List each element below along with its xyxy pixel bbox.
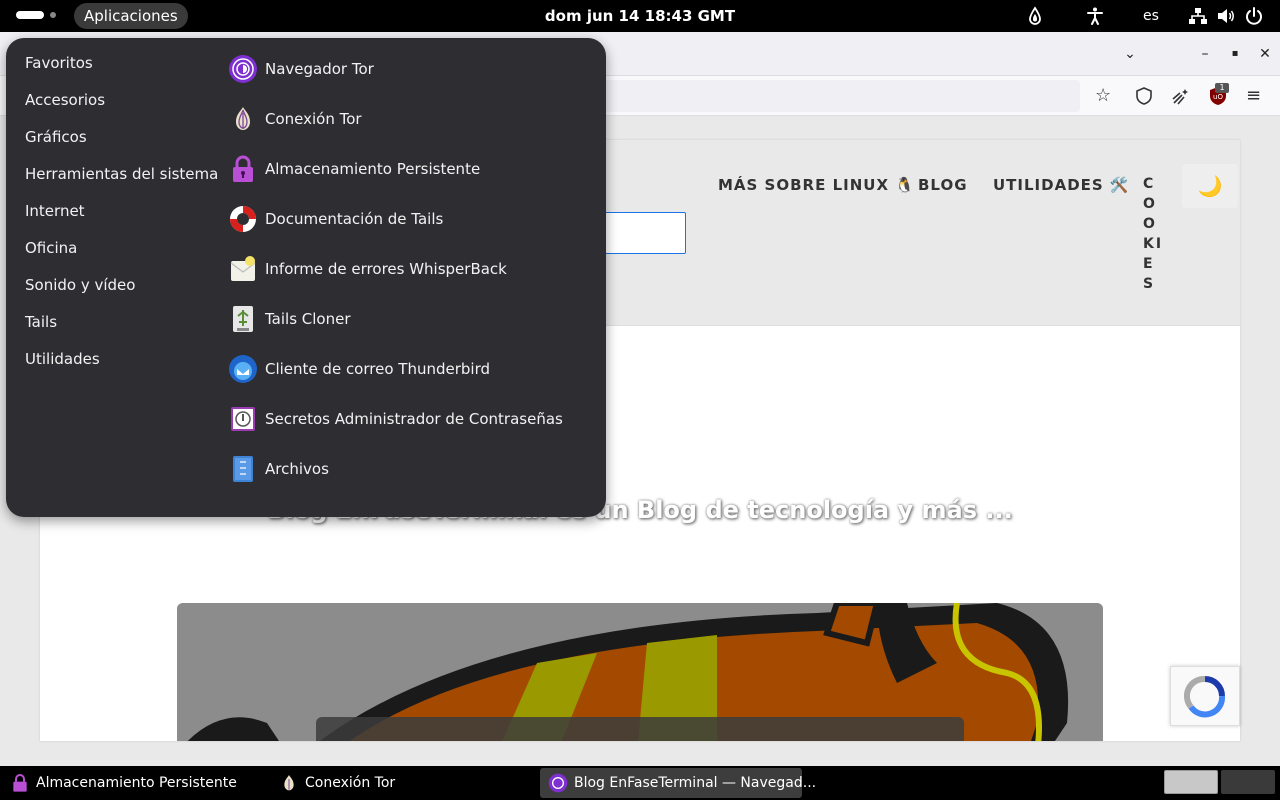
dark-mode-toggle[interactable]: 🌙 [1182,164,1238,208]
bug-report-icon [230,256,256,281]
shield-icon[interactable] [1134,86,1154,106]
category-internet[interactable]: Internet [25,201,85,221]
files-icon [233,456,253,482]
app-label: Secretos Administrador de Contraseñas [265,410,563,428]
task-label: Almacenamiento Persistente [36,775,237,791]
tor-status-icon[interactable] [1025,6,1045,26]
task-tor-browser[interactable]: Blog EnFaseTerminal — Navegad... [540,768,816,798]
category-graphics[interactable]: Gráficos [25,127,87,147]
padlock-icon [233,155,253,182]
app-label: Documentación de Tails [265,210,444,228]
recaptcha-icon [1183,675,1226,718]
app-whisperback[interactable]: Informe de errores WhisperBack [224,250,594,290]
network-icon[interactable] [1188,6,1208,26]
accessibility-icon[interactable] [1085,6,1105,26]
app-label: Informe de errores WhisperBack [265,260,507,278]
app-label: Tails Cloner [265,310,351,328]
top-bar: Aplicaciones dom jun 14 18:43 GMT es [0,0,1280,32]
list-all-tabs-icon[interactable]: ⌄ [1120,44,1140,64]
language-indicator[interactable]: es [1143,0,1159,32]
close-icon[interactable]: ✕ [1255,44,1275,64]
nav-cookies-letter: S [1143,276,1156,292]
category-utilities[interactable]: Utilidades [25,349,100,369]
lifebuoy-icon [230,206,256,232]
usb-cloner-icon [233,306,253,332]
recaptcha-badge[interactable] [1170,666,1240,726]
app-persistent-storage[interactable]: Almacenamiento Persistente [224,150,594,190]
category-system-tools[interactable]: Herramientas del sistema [25,164,218,184]
applications-menu: Favoritos Accesorios Gráficos Herramient… [6,38,606,517]
category-sound-video[interactable]: Sonido y vídeo [25,275,135,295]
app-files[interactable]: Archivos [224,450,594,490]
app-label: Archivos [265,460,329,478]
app-label: Almacenamiento Persistente [265,160,481,178]
task-tor-connection[interactable]: Conexión Tor [279,768,419,798]
maximize-icon[interactable]: ▪ [1225,44,1245,64]
app-thunderbird[interactable]: Cliente de correo Thunderbird [224,350,594,390]
workspace-indicator [50,12,56,18]
task-label: Conexión Tor [305,775,396,791]
task-label: Blog EnFaseTerminal — Navegad... [574,775,817,791]
category-tails[interactable]: Tails [25,312,57,332]
workspace-1[interactable] [1164,770,1218,794]
nav-utilities[interactable]: UTILIDADES 🛠️ [993,176,1130,194]
bookmark-star-icon[interactable]: ☆ [1095,86,1115,106]
app-tor-browser[interactable]: Navegador Tor [224,50,594,90]
category-accessories[interactable]: Accesorios [25,90,105,110]
hero-image[interactable] [177,603,1103,741]
hamburger-menu-icon[interactable]: ≡ [1246,86,1266,106]
ublock-badge: 1 [1215,83,1229,93]
app-tails-docs[interactable]: Documentación de Tails [224,200,594,240]
app-label: Navegador Tor [265,60,374,78]
clock[interactable]: dom jun 14 18:43 GMT [545,7,735,25]
workspace-2[interactable] [1221,770,1275,794]
volume-icon[interactable] [1216,6,1236,26]
applications-menu-button[interactable]: Aplicaciones [74,3,188,29]
nav-cookies-letter: KI [1143,236,1164,252]
hero-caption [316,717,964,741]
app-tor-connection[interactable]: Conexión Tor [224,100,594,140]
app-secrets[interactable]: Secretos Administrador de Contraseñas [224,400,594,440]
new-identity-broom-icon[interactable] [1171,86,1191,106]
tor-onion-icon [284,775,294,791]
category-favorites[interactable]: Favoritos [25,53,93,73]
category-office[interactable]: Oficina [25,238,77,258]
thunderbird-icon [229,355,257,383]
padlock-icon [13,774,27,792]
tor-browser-icon [229,55,257,83]
app-tails-cloner[interactable]: Tails Cloner [224,300,594,340]
nav-cookies-letter: O [1143,216,1157,232]
app-label: Conexión Tor [265,110,362,128]
nav-cookies-letter: E [1143,256,1155,272]
nav-cookies-letter: C [1143,176,1156,192]
nav-more-linux[interactable]: MÁS SOBRE LINUX 🐧 [718,176,915,194]
activities-button[interactable] [16,10,56,22]
tor-browser-icon [548,773,568,793]
nav-cookies-letter: O [1143,196,1157,212]
nav-blog[interactable]: BLOG [918,176,968,194]
task-persistent-storage[interactable]: Almacenamiento Persistente [10,768,237,798]
url-bar[interactable] [560,80,1080,112]
minimize-icon[interactable]: – [1195,44,1215,64]
svg-text:uO: uO [1213,93,1223,101]
password-manager-icon [231,407,255,431]
taskbar: Almacenamiento Persistente Conexión Tor … [0,766,1280,800]
nav-cookies[interactable]: C O O KI E S [1143,174,1163,294]
tor-onion-icon [236,107,250,130]
workspace-indicator-active [16,11,44,19]
power-icon[interactable] [1244,6,1264,26]
app-label: Cliente de correo Thunderbird [265,360,490,378]
